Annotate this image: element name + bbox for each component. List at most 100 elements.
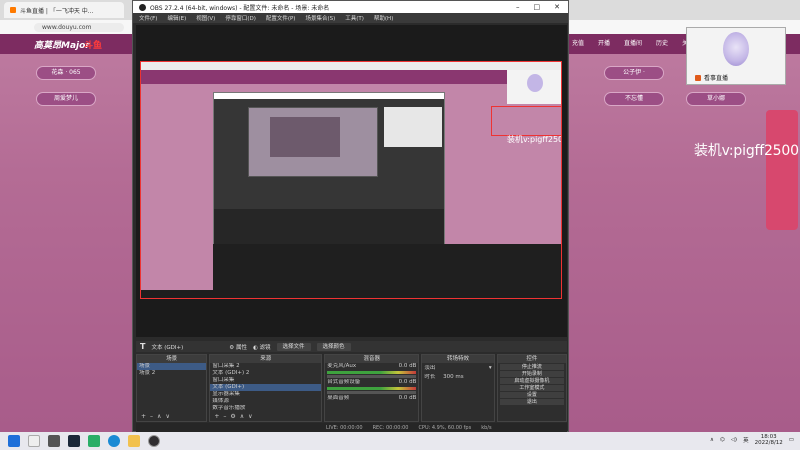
source-selection-box[interactable] <box>491 106 561 136</box>
volume-slider[interactable] <box>327 391 417 394</box>
volume-icon[interactable]: ◁) <box>731 437 737 443</box>
bitrate-status: kb/s <box>481 424 492 431</box>
edge-icon[interactable] <box>108 435 120 447</box>
source-item[interactable]: 媒体源 <box>210 398 321 405</box>
remove-icon[interactable]: – <box>223 413 226 421</box>
live-camera-widget[interactable]: 看事直播 <box>686 27 786 85</box>
move-up-icon[interactable]: ∧ <box>157 413 161 421</box>
volume-slider[interactable] <box>327 375 417 378</box>
anchor-pill[interactable]: 公子伊 · <box>604 66 664 80</box>
taskview-icon[interactable] <box>48 435 60 447</box>
transitions-dock-title: 转场特效 <box>422 355 494 363</box>
remove-icon[interactable]: – <box>150 413 153 421</box>
obs-title: OBS 27.2.4 (64-bit, windows) - 配置文件: 未命名… <box>150 4 330 12</box>
captured-overlay-text: 装机v:pigff2500 <box>507 135 561 144</box>
source-toolbar: T 文本 (GDI+) ⚙ 属性 ◐ 滤镜 选择文件 选择颜色 <box>136 341 567 352</box>
notification-icon[interactable]: ▭ <box>789 437 794 443</box>
bunny-avatar-icon <box>527 74 543 92</box>
chevron-down-icon: ▾ <box>488 365 492 371</box>
filters-label: 滤镜 <box>259 344 271 351</box>
nested-widget <box>384 107 442 147</box>
steam-icon[interactable] <box>68 435 80 447</box>
cpu-status: CPU: 4.9%, 60.00 fps <box>418 424 472 431</box>
filters-button[interactable]: ◐ 滤镜 <box>253 343 271 351</box>
gear-icon[interactable]: ⚙ <box>230 413 235 421</box>
minimize-icon[interactable]: – <box>516 3 520 11</box>
source-item[interactable]: 窗口采集 2 <box>210 363 321 370</box>
browser-tab-icon <box>10 7 16 13</box>
chevron-up-icon[interactable]: ∧ <box>710 437 714 443</box>
source-item[interactable]: 显示器采集 <box>210 391 321 398</box>
system-clock[interactable]: 18:03 2022/8/12 <box>755 434 783 446</box>
start-recording-button[interactable]: 开始录制 <box>499 371 564 377</box>
scenes-dock: 场景 场景 场景 2 + – ∧ ∨ <box>136 354 208 422</box>
source-item[interactable]: 数字音乐播放 <box>210 405 321 412</box>
network-icon[interactable]: ⌬ <box>720 437 725 443</box>
scene-item[interactable]: 场景 2 <box>137 370 206 377</box>
browser-url[interactable]: www.douyu.com <box>34 22 124 32</box>
menu-view[interactable]: 视图(V) <box>196 14 215 22</box>
anchor-pill[interactable]: 不忘懂 <box>604 92 664 106</box>
source-item[interactable]: 文本 (GDI+) 2 <box>210 370 321 377</box>
source-item[interactable]: 窗口采集 <box>210 377 321 384</box>
select-file-button[interactable]: 选择文件 <box>276 342 311 351</box>
channel-name: 桌面音频 <box>327 395 350 401</box>
scene-item[interactable]: 场景 <box>137 363 207 370</box>
nested-titlebar <box>214 93 444 99</box>
anchor-pill[interactable]: 周爱梦儿 <box>36 92 96 106</box>
explorer-icon[interactable] <box>128 435 140 447</box>
windows-icon[interactable] <box>8 435 20 447</box>
site-logo[interactable]: 高莫昂Major <box>34 38 90 51</box>
add-icon[interactable]: + <box>214 413 219 421</box>
move-down-icon[interactable]: ∨ <box>248 413 252 421</box>
maximize-icon[interactable]: □ <box>534 3 541 11</box>
wechat-icon[interactable] <box>88 435 100 447</box>
menu-docks[interactable]: 停靠窗口(D) <box>225 14 256 22</box>
nav-room[interactable]: 直播间 <box>624 38 642 47</box>
select-color-button[interactable]: 选择颜色 <box>316 342 351 351</box>
duration-label: 时长 <box>424 374 436 380</box>
obs-preview[interactable]: 装机v:pigff2500 <box>136 25 567 337</box>
obs-icon[interactable] <box>148 435 160 447</box>
input-language[interactable]: 英 <box>743 436 749 444</box>
anchor-pill[interactable]: 草小娜 <box>686 92 746 106</box>
menu-scene-collection[interactable]: 场景集合(S) <box>305 14 335 22</box>
nav-recharge[interactable]: 充值 <box>572 38 584 47</box>
menu-help[interactable]: 帮助(H) <box>374 14 393 22</box>
search-icon[interactable] <box>28 435 40 447</box>
duration-input[interactable]: 300 ms <box>443 374 463 380</box>
captured-site-nav <box>141 70 561 84</box>
close-icon[interactable]: ✕ <box>554 3 560 11</box>
virtual-camera-button[interactable]: 启动虚拟摄像机 <box>499 378 564 384</box>
volume-meter <box>327 371 417 374</box>
move-down-icon[interactable]: ∨ <box>165 413 169 421</box>
nested-obs-capture <box>213 92 445 245</box>
studio-mode-button[interactable]: 工作室模式 <box>499 385 564 391</box>
menu-profile[interactable]: 配置文件(P) <box>266 14 296 22</box>
transition-select[interactable]: 淡出 ▾ <box>422 365 493 372</box>
source-item[interactable]: 文本 (GDI+) <box>210 384 322 391</box>
settings-button[interactable]: 设置 <box>499 392 564 398</box>
live-widget-label: 看事直播 <box>695 73 728 82</box>
ad-overlay-text: 装机v:pigff2500 <box>694 143 799 159</box>
nav-history[interactable]: 历史 <box>656 38 668 47</box>
browser-tab[interactable]: 斗鱼直播 | 「一飞冲天 中... <box>4 2 124 18</box>
menu-edit[interactable]: 编辑(E) <box>167 14 186 22</box>
exit-button[interactable]: 退出 <box>499 399 564 405</box>
obs-statusbar: LIVE: 00:00:00 REC: 00:00:00 CPU: 4.9%, … <box>136 423 567 432</box>
controls-dock-title: 控件 <box>497 355 566 363</box>
add-icon[interactable]: + <box>141 413 146 421</box>
captured-live-widget <box>507 70 561 104</box>
obs-app-icon <box>139 3 146 11</box>
stop-streaming-button[interactable]: 停止推流 <box>499 364 564 370</box>
preview-canvas[interactable]: 装机v:pigff2500 <box>140 61 562 299</box>
menu-tools[interactable]: 工具(T) <box>345 14 364 22</box>
menu-file[interactable]: 文件(F) <box>139 14 157 22</box>
nav-broadcast[interactable]: 开播 <box>598 38 610 47</box>
side-promo-banner[interactable] <box>766 110 798 230</box>
channel-name: 台式音频设备 <box>327 379 361 385</box>
anchor-pill[interactable]: 花森 · 065 <box>36 66 96 80</box>
move-up-icon[interactable]: ∧ <box>240 413 244 421</box>
properties-button[interactable]: ⚙ 属性 <box>229 343 247 351</box>
windows-taskbar: ∧ ⌬ ◁) 英 18:03 2022/8/12 ▭ <box>0 432 800 450</box>
